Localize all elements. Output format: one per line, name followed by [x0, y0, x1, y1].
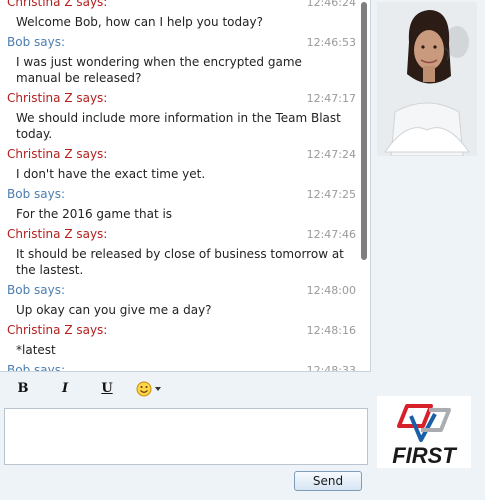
- sender-name: Bob says:: [7, 35, 66, 49]
- message-text: Up okay can you give me a day?: [16, 303, 212, 317]
- agent-photo: [377, 2, 477, 156]
- message-timestamp: 12:46:53: [306, 36, 356, 49]
- sender-name: Christina Z says:: [7, 91, 108, 105]
- sender-name: Christina Z says:: [7, 323, 108, 337]
- message-header: Christina Z says: 12:47:46: [0, 226, 356, 243]
- message-header: Bob says: 12:46:53: [0, 34, 356, 51]
- chat-message: Bob says: 12:47:25 For the 2016 game that …: [0, 186, 356, 226]
- chat-message: Christina Z says: 12:48:16 *latest: [0, 322, 356, 362]
- chat-message: Christina Z says: 12:47:24 I don't have th…: [0, 146, 356, 186]
- message-text: It should be released by close of busine…: [16, 247, 344, 277]
- chat-message: Christina Z says: 12:47:46 It should be re…: [0, 226, 356, 282]
- bold-button[interactable]: B: [12, 379, 34, 399]
- chat-transcript[interactable]: Christina Z says: 12:46:24 Welcome Bob, ho…: [0, 0, 371, 372]
- first-logo-text: FIRST: [392, 443, 457, 468]
- message-text: *latest: [16, 343, 56, 357]
- sender-name: Christina Z says:: [7, 147, 108, 161]
- chat-message: Christina Z says: 12:47:17 We should inclu…: [0, 90, 356, 146]
- first-logo: FIRST: [377, 396, 471, 468]
- message-header: Christina Z says: 12:47:17: [0, 90, 356, 107]
- italic-button[interactable]: I: [54, 379, 76, 399]
- scrollbar-thumb[interactable]: [361, 2, 367, 260]
- message-timestamp: 12:47:17: [306, 92, 356, 105]
- smiley-icon: [136, 381, 152, 397]
- sender-name: Bob says:: [7, 363, 66, 372]
- message-timestamp: 12:48:16: [306, 324, 356, 337]
- send-button[interactable]: Send: [294, 471, 362, 491]
- message-text: I was just wondering when the encrypted …: [16, 55, 302, 85]
- format-toolbar: B I U: [0, 375, 372, 403]
- message-list: Christina Z says: 12:46:24 Welcome Bob, ho…: [0, 0, 356, 372]
- sender-name: Bob says:: [7, 187, 66, 201]
- message-header: Christina Z says: 12:47:24: [0, 146, 356, 163]
- chat-message: Christina Z says: 12:46:24 Welcome Bob, ho…: [0, 0, 356, 34]
- sender-name: Christina Z says:: [7, 227, 108, 241]
- message-timestamp: 12:46:24: [306, 0, 356, 9]
- chevron-down-icon: [155, 387, 161, 391]
- message-text: We should include more information in th…: [16, 111, 341, 141]
- message-timestamp: 12:48:00: [306, 284, 356, 297]
- message-header: Bob says: 12:47:25: [0, 186, 356, 203]
- sender-name: Bob says:: [7, 283, 66, 297]
- message-timestamp: 12:47:46: [306, 228, 356, 241]
- scrollbar[interactable]: [360, 0, 368, 371]
- message-header: Christina Z says: 12:48:16: [0, 322, 356, 339]
- message-timestamp: 12:48:33: [306, 364, 356, 372]
- sender-name: Christina Z says:: [7, 0, 108, 9]
- underline-button[interactable]: U: [96, 379, 118, 399]
- emoji-button[interactable]: [134, 379, 166, 399]
- chat-message: Bob says: 12:46:53 I was just wondering wh…: [0, 34, 356, 90]
- chat-message: Bob says: 12:48:33: [0, 362, 356, 372]
- message-input[interactable]: [4, 408, 368, 465]
- message-text: For the 2016 game that is: [16, 207, 173, 221]
- message-timestamp: 12:47:24: [306, 148, 356, 161]
- message-header: Bob says: 12:48:33: [0, 362, 356, 372]
- chat-message: Bob says: 12:48:00 Up okay can you give me…: [0, 282, 356, 322]
- message-text: Welcome Bob, how can I help you today?: [16, 15, 263, 29]
- message-header: Christina Z says: 12:46:24: [0, 0, 356, 11]
- message-timestamp: 12:47:25: [306, 188, 356, 201]
- message-text: I don't have the exact time yet.: [16, 167, 206, 181]
- message-header: Bob says: 12:48:00: [0, 282, 356, 299]
